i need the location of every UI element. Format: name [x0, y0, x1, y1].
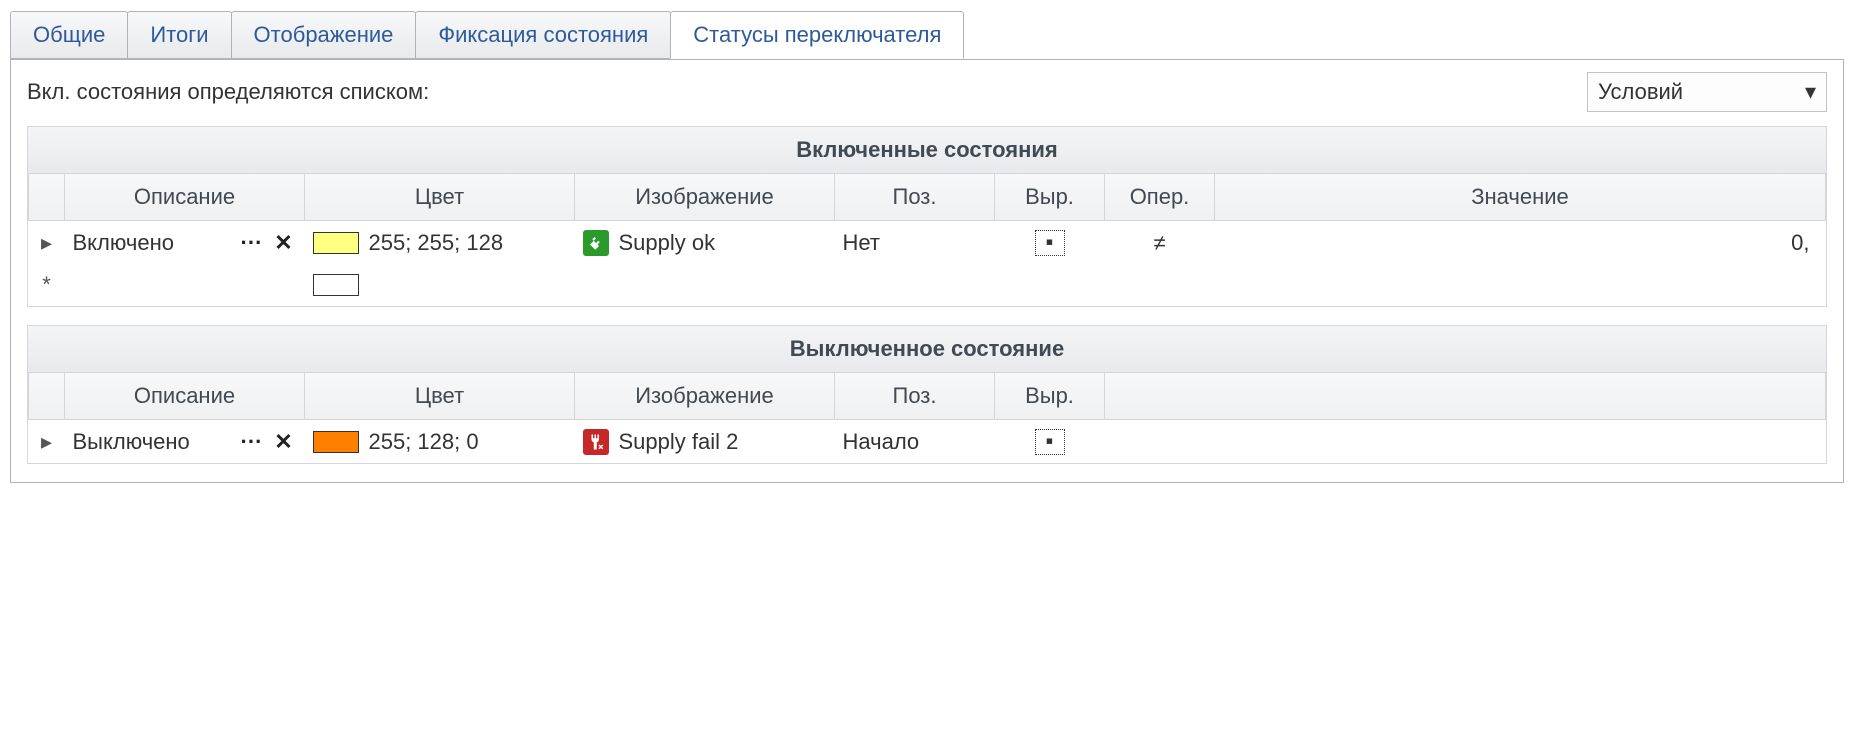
- header-blank-off: [1105, 373, 1826, 420]
- header-rowhandle: [29, 174, 65, 221]
- header-value[interactable]: Значение: [1215, 174, 1826, 221]
- on-grid-title: Включенные состояния: [28, 127, 1826, 174]
- clear-button[interactable]: ✕: [271, 230, 297, 256]
- ellipsis-button[interactable]: ···: [239, 429, 265, 455]
- off-grid-title: Выключенное состояние: [28, 326, 1826, 373]
- color-swatch[interactable]: [313, 232, 359, 254]
- tab-totals[interactable]: Итоги: [127, 11, 231, 59]
- tab-general[interactable]: Общие: [10, 11, 128, 59]
- chevron-down-icon: ▾: [1805, 79, 1816, 105]
- on-pos-cell[interactable]: Нет: [835, 221, 995, 265]
- ellipsis-button[interactable]: ···: [239, 230, 265, 256]
- off-pos-cell[interactable]: Начало: [835, 420, 995, 464]
- header-desc[interactable]: Описание: [65, 174, 305, 221]
- color-swatch[interactable]: [313, 431, 359, 453]
- off-desc-text: Выключено: [73, 429, 190, 455]
- header-color[interactable]: Цвет: [305, 174, 575, 221]
- tab-state-fix[interactable]: Фиксация состояния: [415, 11, 671, 59]
- row-indicator-icon: ▸: [29, 221, 65, 265]
- table-row[interactable]: ▸ Выключено ··· ✕ 255; 128; 0: [29, 420, 1826, 464]
- table-row[interactable]: ▸ Включено ··· ✕ 255; 255; 128: [29, 221, 1826, 265]
- header-rowhandle-off: [29, 373, 65, 420]
- color-swatch-empty[interactable]: [313, 274, 359, 296]
- clear-button[interactable]: ✕: [271, 429, 297, 455]
- on-value-cell[interactable]: 0,: [1215, 221, 1826, 265]
- on-states-grid: Включенные состояния Описание Цвет Изобр…: [27, 126, 1827, 307]
- header-image-off[interactable]: Изображение: [575, 373, 835, 420]
- tab-bar: Общие Итоги Отображение Фиксация состоян…: [10, 11, 1844, 60]
- combo-value: Условий: [1598, 79, 1683, 105]
- intro-label: Вкл. состояния определяются списком:: [27, 79, 429, 105]
- header-expr-off[interactable]: Выр.: [995, 373, 1105, 420]
- off-state-grid: Выключенное состояние Описание Цвет Изоб…: [27, 325, 1827, 464]
- tab-page: Вкл. состояния определяются списком: Усл…: [10, 59, 1844, 483]
- on-oper-cell[interactable]: ≠: [1105, 221, 1215, 265]
- plug-fail-icon: [583, 429, 609, 455]
- new-row-icon: *: [29, 264, 65, 306]
- on-image-text: Supply ok: [619, 230, 716, 256]
- header-image[interactable]: Изображение: [575, 174, 835, 221]
- off-color-text: 255; 128; 0: [369, 429, 479, 455]
- tab-switch-statuses[interactable]: Статусы переключателя: [670, 11, 964, 59]
- off-image-text: Supply fail 2: [619, 429, 739, 455]
- header-desc-off[interactable]: Описание: [65, 373, 305, 420]
- row-indicator-icon: ▸: [29, 420, 65, 464]
- header-oper[interactable]: Опер.: [1105, 174, 1215, 221]
- header-pos[interactable]: Поз.: [835, 174, 995, 221]
- new-row[interactable]: *: [29, 264, 1826, 306]
- on-color-text: 255; 255; 128: [369, 230, 504, 256]
- plug-ok-icon: [583, 230, 609, 256]
- expression-button[interactable]: ▪: [1035, 429, 1065, 455]
- expression-button[interactable]: ▪: [1035, 230, 1065, 256]
- header-color-off[interactable]: Цвет: [305, 373, 575, 420]
- list-type-combo[interactable]: Условий ▾: [1587, 72, 1827, 112]
- tab-display[interactable]: Отображение: [231, 11, 417, 59]
- on-desc-text: Включено: [73, 230, 174, 256]
- header-pos-off[interactable]: Поз.: [835, 373, 995, 420]
- header-expr[interactable]: Выр.: [995, 174, 1105, 221]
